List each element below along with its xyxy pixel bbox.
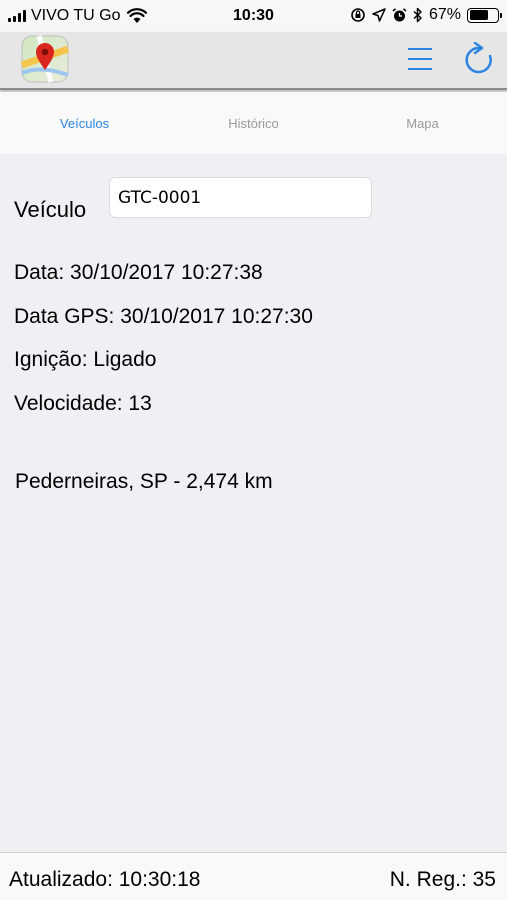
ignition-text: Ignição: Ligado: [14, 348, 157, 371]
vehicle-label: Veículo: [14, 197, 87, 222]
bluetooth-icon: [413, 7, 422, 23]
alarm-icon: [392, 7, 407, 21]
battery-icon: [467, 7, 502, 23]
tab-historico[interactable]: Histórico: [169, 92, 338, 154]
status-right: 67%: [350, 6, 502, 24]
location-text: Pederneiras, SP - 2,474 km: [15, 470, 273, 493]
gps-date-text: Data GPS: 30/10/2017 10:27:30: [14, 305, 313, 328]
status-bar: VIVO TU Go 10:30 67%: [0, 0, 507, 32]
wifi-icon: [126, 8, 147, 23]
tab-veiculos[interactable]: Veículos: [0, 92, 169, 154]
tab-bar: Veículos Histórico Mapa: [0, 92, 507, 154]
cellular-signal-icon: [8, 10, 26, 22]
nav-bar: [0, 32, 507, 90]
vehicle-input[interactable]: [109, 177, 372, 218]
refresh-icon[interactable]: [463, 42, 495, 76]
location-arrow-icon: [372, 8, 386, 22]
hamburger-menu-icon[interactable]: [405, 44, 435, 74]
footer-bar: Atualizado: 10:30:18 N. Reg.: 35: [0, 852, 507, 900]
speed-text: Velocidade: 13: [14, 392, 152, 415]
status-left: VIVO TU Go: [8, 7, 147, 25]
date-text: Data: 30/10/2017 10:27:38: [14, 261, 263, 284]
tab-mapa[interactable]: Mapa: [338, 92, 507, 154]
battery-percent: 67%: [428, 6, 461, 23]
rotation-lock-icon: [351, 8, 365, 22]
carrier-name: VIVO TU Go: [31, 7, 121, 24]
last-updated-text: Atualizado: 10:30:18: [9, 868, 201, 891]
record-count-text: N. Reg.: 35: [389, 868, 496, 891]
map-pin-icon[interactable]: [21, 35, 69, 83]
